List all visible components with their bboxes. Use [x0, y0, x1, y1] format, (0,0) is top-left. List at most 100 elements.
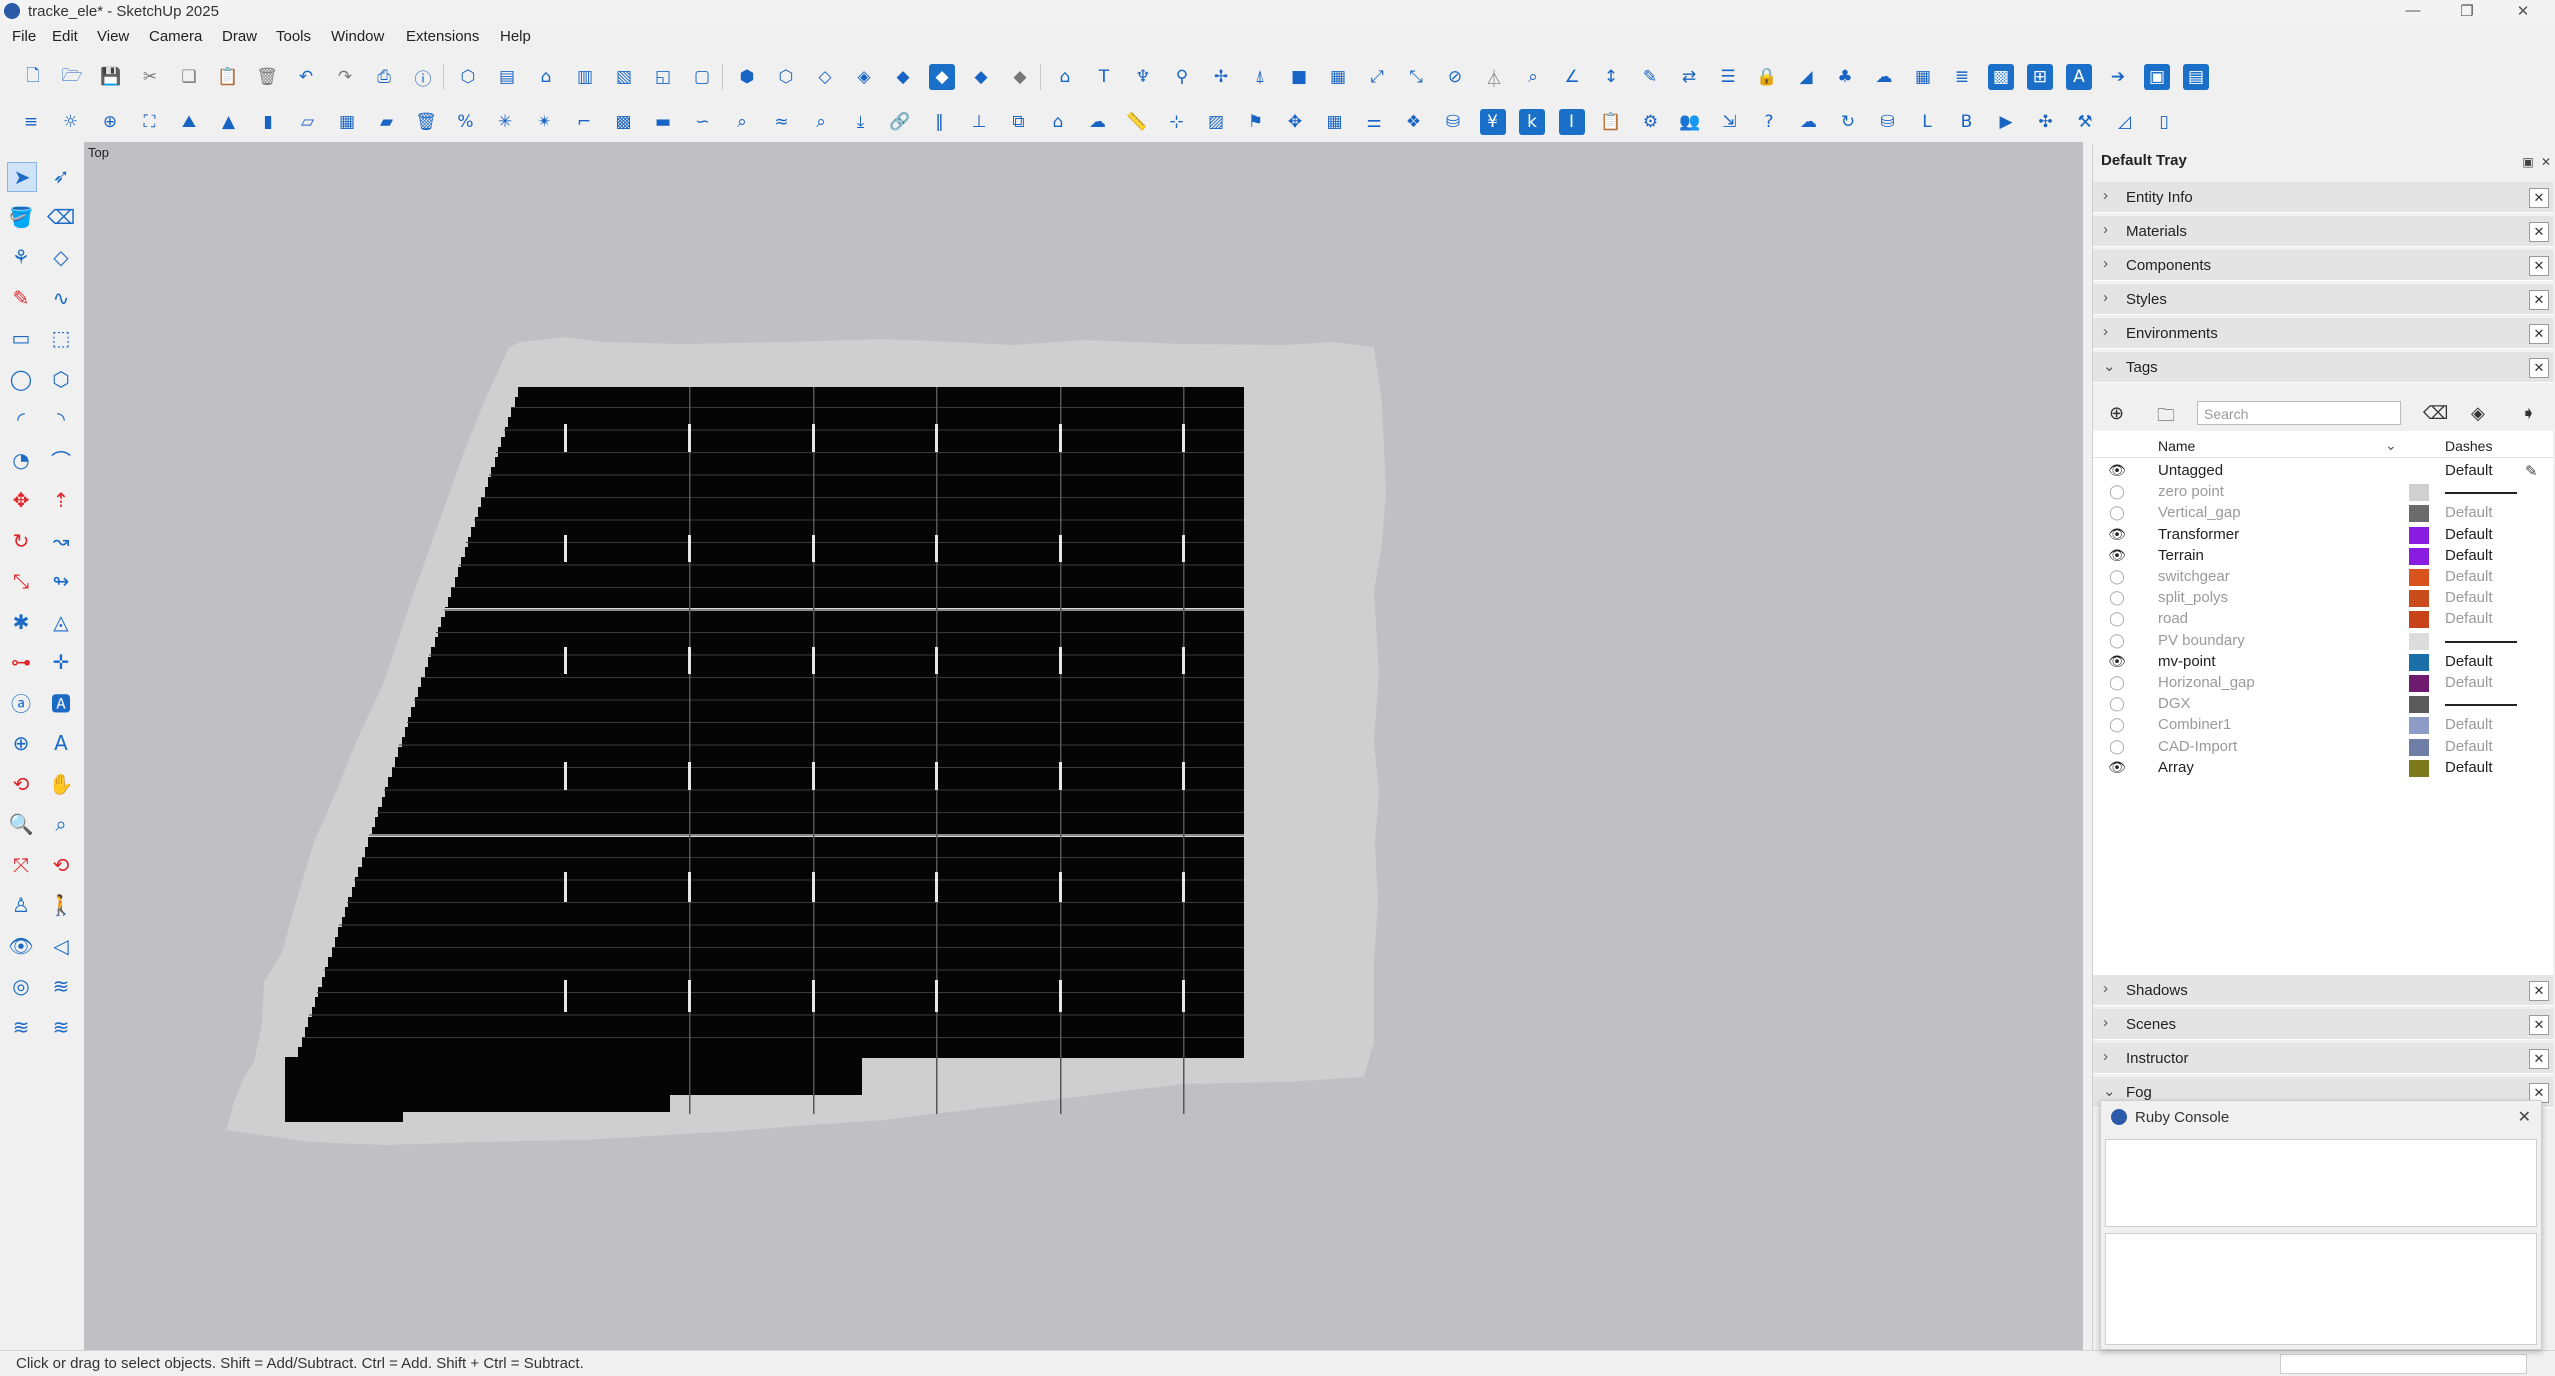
tag-name[interactable]: PV boundary: [2158, 632, 2245, 649]
tag-name[interactable]: Vertical_gap: [2158, 504, 2241, 521]
section-icon[interactable]: ⊕: [7, 729, 35, 757]
smoove-icon[interactable]: ≋: [7, 1013, 35, 1041]
tag-name[interactable]: DGX: [2158, 695, 2191, 712]
percent-icon[interactable]: %: [453, 109, 479, 135]
eraser-icon[interactable]: ⌫: [47, 203, 75, 231]
tag-color-swatch[interactable]: [2409, 759, 2429, 777]
pv-table-row[interactable]: [421, 677, 1244, 688]
close-icon[interactable]: ✕: [2529, 188, 2549, 208]
sandbox-scratch-icon[interactable]: ≋: [47, 972, 75, 1000]
pv-table-row[interactable]: [328, 957, 1244, 968]
pv-table-row[interactable]: [488, 477, 1244, 488]
pipe-icon[interactable]: ⌐: [571, 109, 597, 135]
cube-out-icon[interactable]: ⧉: [1006, 109, 1032, 135]
pv-table-row[interactable]: [515, 397, 1244, 408]
tag-dash-pattern[interactable]: Default: [2445, 674, 2493, 691]
arrow-forward-icon[interactable]: ➔: [2105, 64, 2131, 90]
fence-icon[interactable]: ‖: [927, 109, 953, 135]
module-icon[interactable]: ▱: [295, 109, 321, 135]
tag-row[interactable]: ◯ Horizonal_gap Default: [2093, 673, 2553, 694]
pv-table-row[interactable]: [415, 697, 1244, 708]
tag-name[interactable]: Combiner1: [2158, 716, 2231, 733]
save-icon[interactable]: 💾: [98, 64, 124, 90]
tag-dash-pattern[interactable]: Default: [2445, 526, 2493, 543]
bottom-view-icon[interactable]: ▢: [689, 64, 715, 90]
panel-environments[interactable]: › Environments ✕: [2093, 318, 2553, 349]
tag-color-swatch[interactable]: [2409, 484, 2429, 502]
eye-hidden-icon[interactable]: ◯: [2107, 590, 2127, 606]
stamp-icon[interactable]: ≋: [47, 1013, 75, 1041]
swap-icon[interactable]: ⇄: [1676, 64, 1702, 90]
tag-dash-pattern[interactable]: Default: [2445, 504, 2493, 521]
flag-icon[interactable]: ⚑: [1243, 109, 1269, 135]
3d-text-icon[interactable]: ⓐ: [7, 689, 35, 717]
tray-close-icon[interactable]: ✕: [2539, 155, 2553, 169]
tag-row[interactable]: ◯ PV boundary: [2093, 631, 2553, 652]
ruler-icon[interactable]: 📏: [1124, 109, 1150, 135]
section-plane-icon[interactable]: ◁: [47, 932, 75, 960]
back-view-icon[interactable]: ▧: [611, 64, 637, 90]
eye-icon[interactable]: 👁: [2107, 760, 2127, 776]
frame-icon[interactable]: ⛶: [137, 109, 163, 135]
position-camera-icon[interactable]: ♙: [7, 891, 35, 919]
pv-table-row[interactable]: [405, 727, 1244, 738]
push-pull-icon[interactable]: ⇡: [47, 486, 75, 514]
menu-view[interactable]: View: [97, 28, 129, 45]
merge-icon[interactable]: ⊞: [2027, 64, 2053, 90]
pv-table-row[interactable]: [465, 547, 1244, 558]
color-by-tag-icon[interactable]: ◈: [2471, 403, 2485, 424]
list-icon[interactable]: ☰: [1715, 64, 1741, 90]
menu-extensions[interactable]: Extensions: [406, 28, 479, 45]
sun-icon[interactable]: ☼: [58, 109, 84, 135]
db-icon[interactable]: ⛁: [1440, 109, 1466, 135]
arc3-icon[interactable]: ⌒: [47, 446, 75, 474]
refresh-icon[interactable]: ↻: [1835, 109, 1861, 135]
edit-line-icon[interactable]: ✎: [1637, 64, 1663, 90]
spark2-icon[interactable]: ✴: [532, 109, 558, 135]
menu-camera[interactable]: Camera: [149, 28, 202, 45]
tag-color-swatch[interactable]: [2409, 526, 2429, 544]
model-scene[interactable]: [84, 142, 2083, 1350]
export-icon[interactable]: ⇲: [1717, 109, 1743, 135]
zoom-area-icon[interactable]: ⌕: [729, 109, 755, 135]
pv-table-row[interactable]: [435, 637, 1244, 648]
pv-table-row[interactable]: [365, 847, 1244, 858]
wireframe-icon[interactable]: ◇: [812, 64, 838, 90]
pv-table-row[interactable]: [687, 1057, 862, 1095]
search-icon[interactable]: ⌕: [1520, 64, 1546, 90]
clipboard-icon[interactable]: 📋: [1598, 109, 1624, 135]
tag-row[interactable]: 👁 Terrain Default: [2093, 546, 2553, 567]
pv-table-row[interactable]: [362, 857, 1244, 868]
hidden-line-icon[interactable]: ◈: [851, 64, 877, 90]
tag-row[interactable]: 👁 Transformer Default: [2093, 525, 2553, 546]
cloud-cad-icon[interactable]: ☁: [1085, 109, 1111, 135]
pv-table-row[interactable]: [485, 487, 1244, 498]
polygon-icon[interactable]: ⬡: [47, 365, 75, 393]
tree-icon[interactable]: ♣: [1832, 64, 1858, 90]
pv-table-row[interactable]: [308, 1017, 1244, 1028]
axes-tool-icon[interactable]: ✛: [47, 648, 75, 676]
redo-icon[interactable]: ↷: [332, 64, 358, 90]
irr-icon[interactable]: I: [1558, 109, 1585, 135]
menu-help[interactable]: Help: [500, 28, 531, 45]
chevron-down-icon[interactable]: ⌄: [2385, 437, 2397, 454]
zoom-extents-icon[interactable]: ⤧: [7, 851, 35, 879]
label-icon[interactable]: 🅰: [47, 689, 75, 717]
pv-table-row[interactable]: [418, 687, 1244, 698]
shaded-icon[interactable]: ◆: [890, 64, 916, 90]
layers-icon[interactable]: ≣: [1949, 64, 1975, 90]
panel-instructor[interactable]: › Instructor ✕: [2093, 1043, 2553, 1074]
eye-hidden-icon[interactable]: ◯: [2107, 739, 2127, 755]
tag-dash-pattern[interactable]: Default: [2445, 610, 2493, 627]
table-icon[interactable]: ▦: [1910, 64, 1936, 90]
download-icon[interactable]: ⤓: [848, 109, 874, 135]
model-info-icon[interactable]: ⓘ: [410, 64, 436, 90]
previous-view-icon[interactable]: ⟲: [47, 851, 75, 879]
model-viewport[interactable]: Top: [84, 142, 2083, 1350]
pv-table-row[interactable]: [315, 997, 1244, 1008]
tag-dash-pattern[interactable]: Default: [2445, 568, 2493, 585]
tag-row[interactable]: 👁 Untagged Default ✎: [2093, 461, 2553, 482]
details-arrow-icon[interactable]: ➧: [2521, 403, 2536, 424]
sandbox-contour-icon[interactable]: ◎: [7, 972, 35, 1000]
text-icon[interactable]: T: [1091, 64, 1117, 90]
